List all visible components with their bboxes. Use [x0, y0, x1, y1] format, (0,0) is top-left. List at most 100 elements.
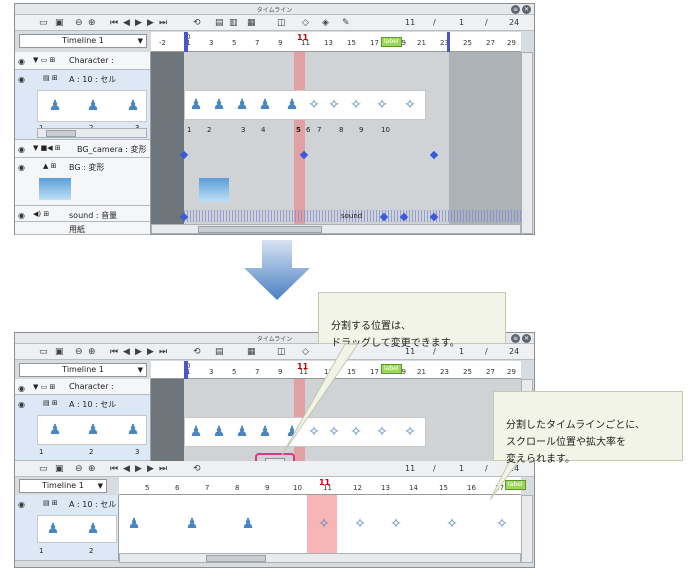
label-flag[interactable]: label — [505, 480, 526, 490]
frame-ruler[interactable]: 5 6 7 8 9 10 11 12 13 14 15 16 17 11 lab… — [119, 477, 526, 495]
edit-timeline-icon[interactable]: ▣ — [55, 464, 64, 474]
next-frame-icon[interactable]: ▶ — [147, 18, 154, 28]
ruler-tick: 27 — [486, 368, 495, 376]
next-frame-icon[interactable]: ▶ — [147, 347, 154, 357]
close-icon[interactable]: ✕ — [522, 334, 531, 343]
delete-cel-icon[interactable]: ▦ — [247, 18, 256, 28]
last-frame-icon[interactable]: ⏭ — [159, 464, 167, 474]
new-timeline-icon[interactable]: ▭ — [39, 347, 48, 357]
new-cel-icon[interactable]: ▤ — [215, 347, 224, 357]
track-area[interactable]: ♟ ♟ ♟ ✧ ✧ ✧ ✧ ✧ — [119, 495, 521, 553]
ruler-tick: 5 — [232, 368, 237, 376]
first-frame-icon[interactable]: ⏮ — [110, 18, 118, 28]
track-area[interactable]: ♟ ♟ ♟ ♟ ♟ ✧ ✧ ✧ ✧ ✧ — [151, 361, 521, 461]
play-icon[interactable]: ▶ — [135, 18, 142, 28]
zoom-in-icon[interactable]: ⊕ — [88, 347, 96, 357]
frame-ruler[interactable]: -2 0 1 3 5 7 9 11 13 15 17 19 21 23 25 2… — [151, 32, 521, 52]
post-range-shade — [449, 52, 521, 224]
assign-cel-icon[interactable]: ▥ — [229, 18, 238, 28]
scrollbar-thumb[interactable] — [46, 130, 76, 137]
keyframe-marker[interactable] — [429, 150, 439, 160]
loop-icon[interactable]: ⟲ — [193, 18, 201, 28]
timeline-select[interactable]: Timeline 1 ▼ — [19, 34, 147, 48]
eye-icon[interactable]: ◉ — [18, 211, 25, 220]
eye-icon[interactable]: ◉ — [18, 384, 25, 393]
zoom-out-icon[interactable]: ⊖ — [75, 347, 83, 357]
layer-name: A : 10 : セル — [69, 500, 117, 509]
layer-row-a[interactable]: ◉ ▤ ⊞ A : 10 : セル ♟ ♟ ♟ 1 2 3 — [15, 395, 150, 461]
ruler-tick: 7 — [255, 368, 260, 376]
folder-expand-icon[interactable]: ▼ ▭ ⊞ — [33, 383, 55, 391]
layer-row-paper[interactable]: 用紙 — [15, 222, 150, 235]
new-cel-icon[interactable]: ▤ — [215, 18, 224, 28]
label-flag[interactable]: label — [381, 364, 402, 374]
scrollbar-thumb[interactable] — [198, 226, 322, 233]
eye-icon[interactable]: ◉ — [18, 400, 25, 409]
last-frame-icon[interactable]: ⏭ — [159, 347, 167, 357]
timeline-select[interactable]: Timeline 1 ▼ — [19, 363, 147, 377]
callout-text: 分割する位置は、 ドラッグして変更できます。 — [331, 321, 460, 349]
onion-skin-icon[interactable]: ◫ — [277, 18, 286, 28]
thumb-scrollbar[interactable] — [37, 128, 147, 138]
vertical-scrollbar[interactable] — [521, 52, 533, 234]
new-timeline-icon[interactable]: ▭ — [39, 18, 48, 28]
edit-timeline-icon[interactable]: ▣ — [55, 347, 64, 357]
zoom-in-icon[interactable]: ⊕ — [88, 18, 96, 28]
track-area[interactable]: ♟ ♟ ♟ ♟ ♟ ✧ ✧ ✧ ✧ ✧ 1 2 3 4 5 6 7 8 9 10… — [151, 32, 521, 224]
total-frames: 24 — [509, 347, 520, 356]
ruler-tick: 13 — [324, 368, 333, 376]
prev-frame-icon[interactable]: ◀ — [123, 18, 130, 28]
keyframe-icon[interactable]: ◇ — [302, 18, 309, 28]
thumb-number: 3 — [135, 448, 140, 456]
menu-icon[interactable]: ≡ — [511, 334, 520, 343]
next-frame-icon[interactable]: ▶ — [147, 464, 154, 474]
layer-row-camera[interactable]: ◉ ▼ ■◀ ⊞ BG_camera : 変形 — [15, 140, 150, 158]
prev-frame-icon[interactable]: ◀ — [123, 347, 130, 357]
counter-sep: / — [433, 18, 436, 27]
layer-row-character[interactable]: ◉ ▼ ▭ ⊞ Character : — [15, 379, 150, 395]
edit-timeline-icon[interactable]: ▣ — [55, 18, 64, 28]
layer-row-bg[interactable]: ◉ ▲ ⊞ BG : 変形 — [15, 158, 150, 206]
prev-frame-icon[interactable]: ◀ — [123, 464, 130, 474]
layer-row-sound[interactable]: ◉ ◀) ⊞ sound : 音量 — [15, 206, 150, 222]
timeline-select[interactable]: Timeline 1 ▼ — [19, 479, 107, 493]
loop-icon[interactable]: ⟲ — [193, 464, 201, 474]
start-marker[interactable] — [184, 32, 188, 52]
last-frame-icon[interactable]: ⏭ — [159, 18, 167, 28]
eye-icon[interactable]: ◉ — [18, 75, 25, 84]
layer-row-a[interactable]: ◉ ▤ ⊞ A : 10 : セル ♟ ♟ 1 2 — [15, 495, 118, 561]
ruler-tick: 15 — [347, 39, 356, 47]
new-timeline-icon[interactable]: ▭ — [39, 464, 48, 474]
frame-ruler[interactable]: 0 1 3 5 7 9 11 13 15 17 19 21 23 25 27 2… — [151, 361, 521, 379]
first-frame-icon[interactable]: ⏮ — [110, 347, 118, 357]
pen-icon[interactable]: ✎ — [342, 18, 350, 28]
first-frame-icon[interactable]: ⏮ — [110, 464, 118, 474]
start-marker[interactable] — [184, 361, 188, 379]
close-icon[interactable]: ✕ — [522, 5, 531, 14]
loop-icon[interactable]: ⟲ — [193, 347, 201, 357]
play-icon[interactable]: ▶ — [135, 464, 142, 474]
scrollbar-thumb[interactable] — [206, 555, 266, 562]
eye-icon[interactable]: ◉ — [18, 500, 25, 509]
menu-icon[interactable]: ≡ — [511, 5, 520, 14]
delete-cel-icon[interactable]: ▦ — [247, 347, 256, 357]
horizontal-scrollbar[interactable] — [119, 553, 521, 563]
eye-icon[interactable]: ◉ — [18, 163, 25, 172]
horizontal-scrollbar[interactable] — [151, 224, 521, 234]
eye-icon[interactable]: ◉ — [18, 145, 25, 154]
layer-name: BG : 変形 — [69, 163, 105, 172]
onion-skin-icon[interactable]: ◫ — [277, 347, 286, 357]
zoom-in-icon[interactable]: ⊕ — [88, 464, 96, 474]
zoom-out-icon[interactable]: ⊖ — [75, 464, 83, 474]
eye-icon[interactable]: ◉ — [18, 57, 25, 66]
edit-key-icon[interactable]: ◈ — [322, 18, 329, 28]
layer-row-character[interactable]: ◉ ▼ ▭ ⊞ Character : — [15, 52, 150, 70]
play-icon[interactable]: ▶ — [135, 347, 142, 357]
vertical-scrollbar[interactable] — [521, 495, 533, 563]
zoom-out-icon[interactable]: ⊖ — [75, 18, 83, 28]
cel-number: 7 — [317, 126, 322, 134]
folder-expand-icon[interactable]: ▼ ▭ ⊞ — [33, 56, 55, 64]
label-flag[interactable]: label — [381, 37, 402, 47]
end-marker[interactable] — [447, 32, 450, 52]
keyframe-icon[interactable]: ◇ — [302, 347, 309, 357]
